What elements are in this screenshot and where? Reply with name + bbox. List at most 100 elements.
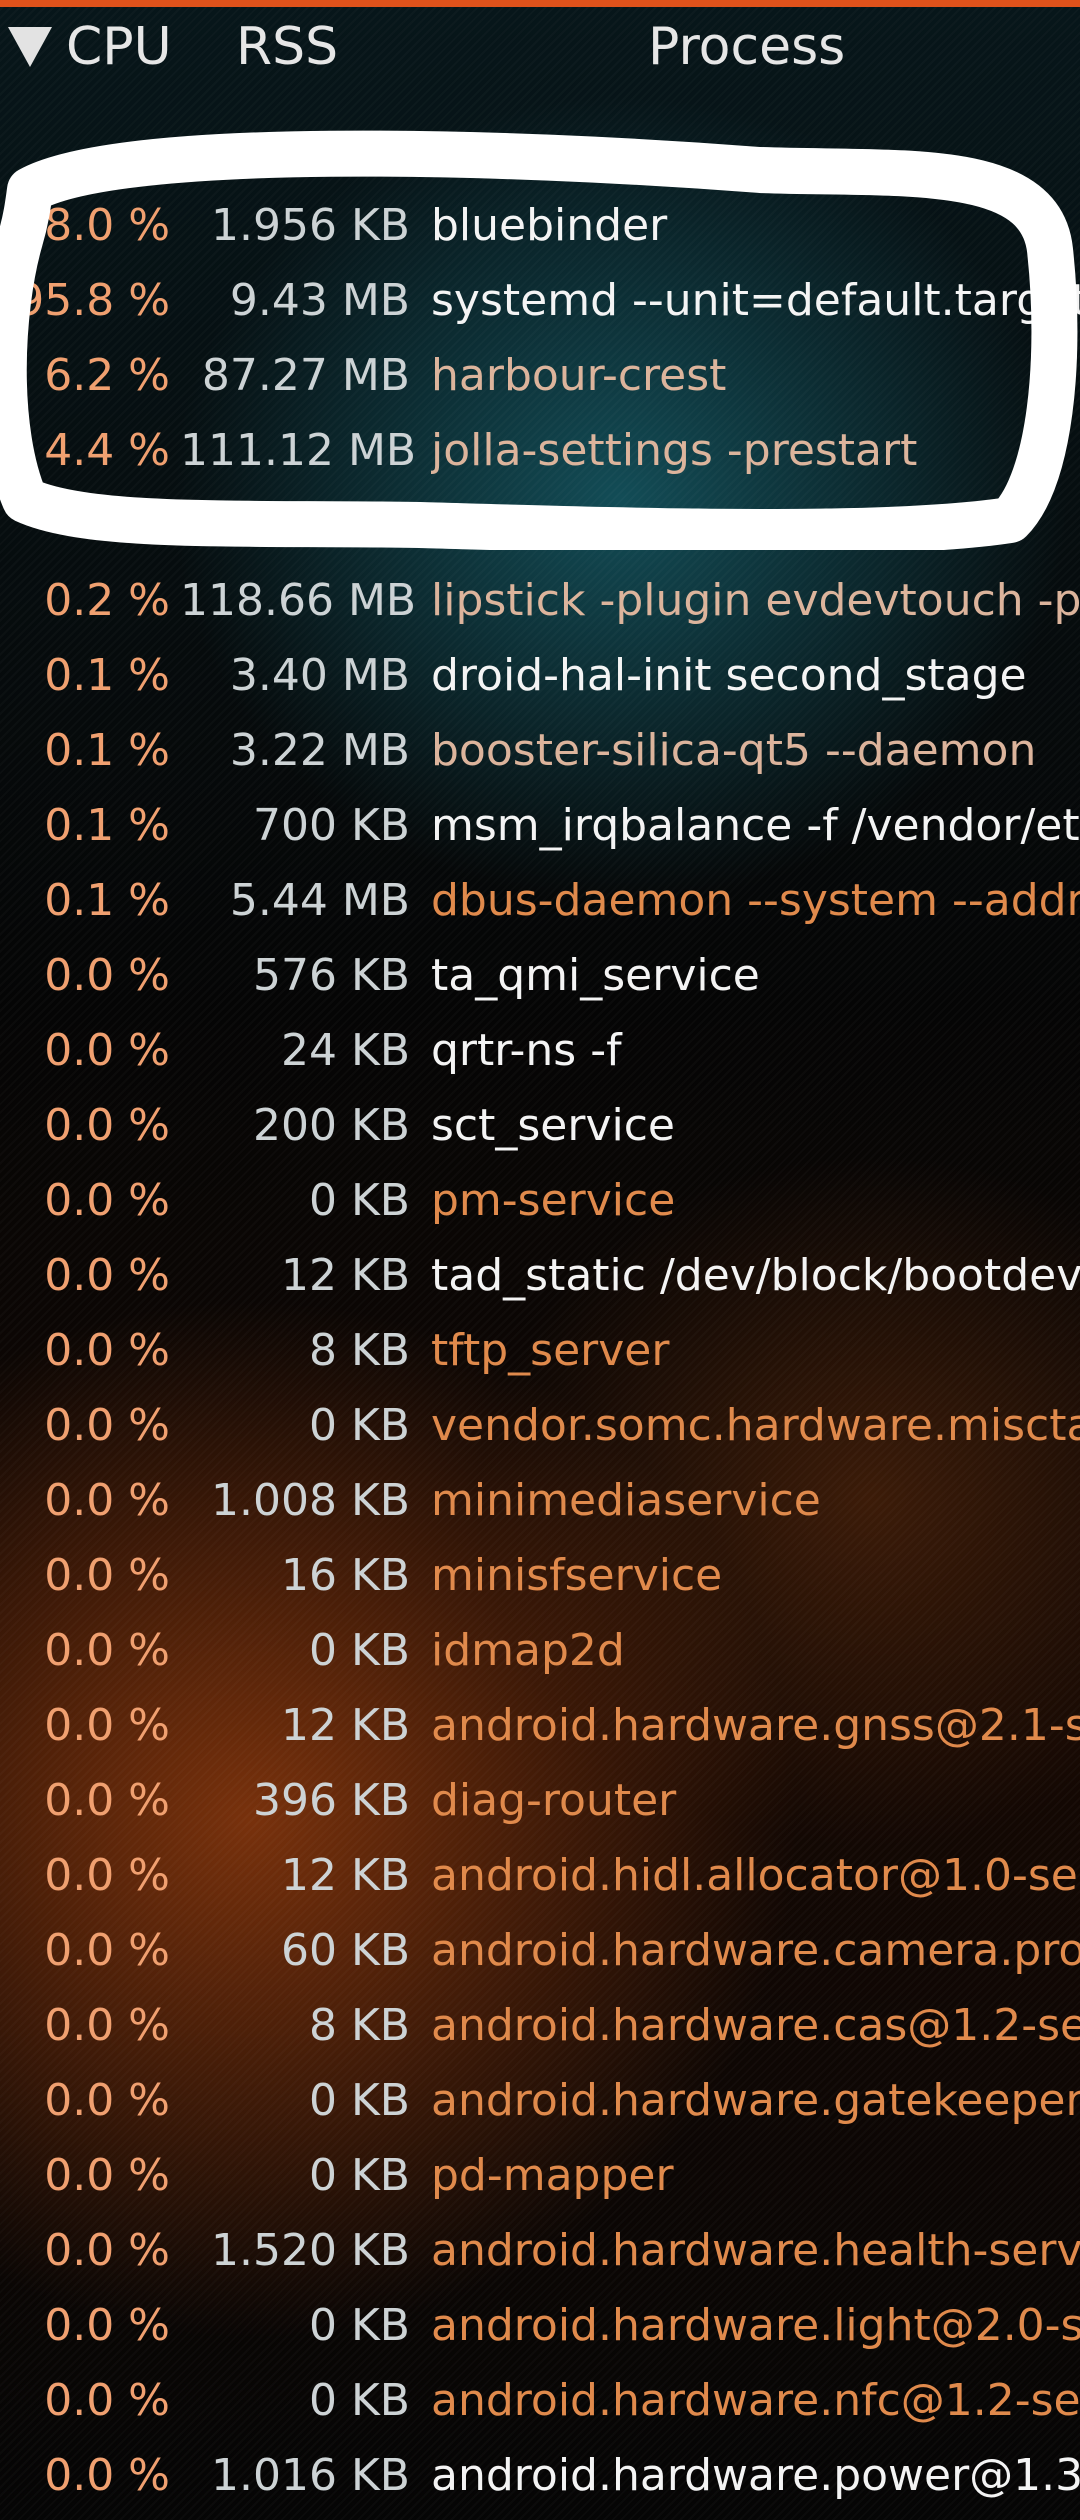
process-row[interactable]: 0.0 % 60 KB android.hardware.camera.provic [0,1913,1080,1988]
rss-value: 1.956 KB [211,200,410,251]
rss-value: 396 KB [252,1775,410,1826]
process-row[interactable]: 0.1 % 3.40 MB droid-hal-init second_stage [0,638,1080,713]
cpu-value: 0.0 % [44,1850,170,1901]
cpu-value: 0.0 % [44,1325,170,1376]
process-row[interactable]: 0.0 % 0 KB android.hardware.light@2.0-serv [0,2288,1080,2363]
process-name: android.hardware.gnss@2.1-serv [431,1700,1080,1751]
process-row[interactable]: 0.0 % 576 KB ta_qmi_service [0,938,1080,1013]
cpu-value: 0.0 % [44,1925,170,1976]
cpu-value: 0.0 % [44,1625,170,1676]
rss-value: 1.520 KB [211,2225,410,2276]
process-name: dbus-daemon --system --addres [431,875,1080,926]
process-name: diag-router [431,1775,677,1826]
process-row[interactable]: 0.0 % 12 KB tad_static /dev/block/bootdevi… [0,1238,1080,1313]
process-name: vendor.somc.hardware.miscta@ [431,1400,1080,1451]
process-name: systemd --unit=default.target [431,275,1080,326]
process-row[interactable]: 0.0 % 12 KB android.hidl.allocator@1.0-ser… [0,1838,1080,1913]
rss-value: 12 KB [280,1700,410,1751]
rss-value: 0 KB [308,1175,410,1226]
accent-bar [0,0,1080,7]
rss-value: 16 KB [280,1550,410,1601]
rss-value: 12 KB [280,1850,410,1901]
process-row[interactable]: 0.0 % 0 KB android.hardware.nfc@1.2-servic [0,2363,1080,2438]
process-row[interactable]: 0.0 % 0 KB vendor.somc.hardware.miscta@ [0,1388,1080,1463]
cpu-value: 0.0 % [44,1175,170,1226]
process-row[interactable]: 0.0 % 12 KB android.hardware.gnss@2.1-serv [0,1688,1080,1763]
process-name: android.hardware.gatekeeper@ [431,2075,1080,2126]
process-name: sct_service [431,1100,675,1151]
cpu-value: 0.0 % [44,1550,170,1601]
process-row[interactable]: 0.1 % 5.44 MB dbus-daemon --system --addre… [0,863,1080,938]
process-row[interactable]: 0.1 % 3.22 MB booster-silica-qt5 --daemon [0,713,1080,788]
rss-value: 5.44 MB [229,875,410,926]
column-header: CPU RSS Process [0,7,1080,103]
process-row[interactable]: 4.4 % 111.12 MB jolla-settings -prestart [0,413,1080,488]
rss-value: 1.008 KB [211,1475,410,1526]
process-row[interactable]: 98.0 % 1.956 KB bluebinder [0,188,1080,263]
process-row[interactable]: 0.0 % 1.016 KB android.hardware.power@1.3-… [0,2438,1080,2513]
process-name: idmap2d [431,1625,625,1676]
process-name: jolla-settings -prestart [431,425,918,476]
cpu-value: 4.4 % [44,425,170,476]
cpu-value: 0.0 % [44,1700,170,1751]
rss-value: 700 KB [252,800,410,851]
rss-value: 200 KB [252,1100,410,1151]
process-name: booster-silica-qt5 --daemon [431,725,1037,776]
process-row[interactable]: 0.0 % 24 KB qrtr-ns -f [0,1013,1080,1088]
cpu-value: 0.0 % [44,950,170,1001]
process-row[interactable]: 6.2 % 87.27 MB harbour-crest [0,338,1080,413]
process-name: pd-mapper [431,2150,674,2201]
process-name: lipstick -plugin evdevtouch -plug [431,575,1080,626]
process-row[interactable]: 0.0 % 1.520 KB android.hardware.health-ser… [0,2213,1080,2288]
process-row[interactable]: 0.0 % 396 KB diag-router [0,1763,1080,1838]
process-row[interactable]: 0.0 % 0 KB android.hardware.gatekeeper@ [0,2063,1080,2138]
process-name: android.hardware.cas@1.2-servi [431,2000,1080,2051]
process-name: msm_irqbalance -f /vendor/etc/ [431,800,1080,851]
process-name: android.hardware.camera.provic [431,1925,1080,1976]
process-row[interactable]: 0.0 % 8 KB android.hardware.cas@1.2-servi [0,1988,1080,2063]
process-row[interactable] [0,488,1080,563]
cpu-value: 0.1 % [44,800,170,851]
cpu-value: 0.0 % [44,2225,170,2276]
rss-value: 111.12 MB [180,425,417,476]
process-row[interactable]: 0.0 % 8 KB tftp_server [0,1313,1080,1388]
process-row[interactable]: 0.0 % 0 KB pm-service [0,1163,1080,1238]
rss-column-header[interactable]: RSS [236,17,338,77]
process-row[interactable]: 0.1 % 700 KB msm_irqbalance -f /vendor/etc… [0,788,1080,863]
cpu-value: 0.0 % [44,1100,170,1151]
cpu-value: 0.2 % [44,575,170,626]
process-column-header[interactable]: Process [648,17,845,77]
cpu-value: 0.0 % [44,1025,170,1076]
process-row[interactable]: 0.0 % 1.008 KB minimediaservice [0,1463,1080,1538]
cpu-column-header[interactable]: CPU [66,17,172,77]
rss-value: 0 KB [308,2300,410,2351]
cpu-value: 0.1 % [44,725,170,776]
process-row[interactable]: 95.8 % 9.43 MB systemd --unit=default.targ… [0,263,1080,338]
cpu-value: 0.0 % [44,1250,170,1301]
process-name: bluebinder [431,200,668,251]
process-name: qrtr-ns -f [431,1025,622,1076]
rss-value: 8 KB [308,2000,410,2051]
rss-value: 0 KB [308,2375,410,2426]
process-name: android.hidl.allocator@1.0-servic [431,1850,1080,1901]
rss-value: 0 KB [308,2075,410,2126]
rss-value: 60 KB [280,1925,410,1976]
process-name: android.hardware.power@1.3-se [431,2450,1080,2501]
process-name: harbour-crest [431,350,727,401]
process-row[interactable]: 0.0 % 200 KB sct_service [0,1088,1080,1163]
process-name: tftp_server [431,1325,670,1376]
process-name: ta_qmi_service [431,950,760,1001]
process-row[interactable]: 0.2 % 118.66 MB lipstick -plugin evdevtouc… [0,563,1080,638]
process-row[interactable]: 0.0 % 0 KB idmap2d [0,1613,1080,1688]
rss-value: 87.27 MB [201,350,410,401]
process-name: android.hardware.nfc@1.2-servic [431,2375,1080,2426]
process-row[interactable]: 0.0 % 16 KB minisfservice [0,1538,1080,1613]
cpu-value: 98.0 % [16,200,170,251]
process-row[interactable]: 0.0 % 0 KB pd-mapper [0,2138,1080,2213]
rss-value: 0 KB [308,2150,410,2201]
cpu-value: 95.8 % [16,275,170,326]
process-name: android.hardware.health-service [431,2225,1080,2276]
triangle-down-icon[interactable] [8,27,52,67]
rss-value: 0 KB [308,1400,410,1451]
rss-value: 9.43 MB [229,275,410,326]
